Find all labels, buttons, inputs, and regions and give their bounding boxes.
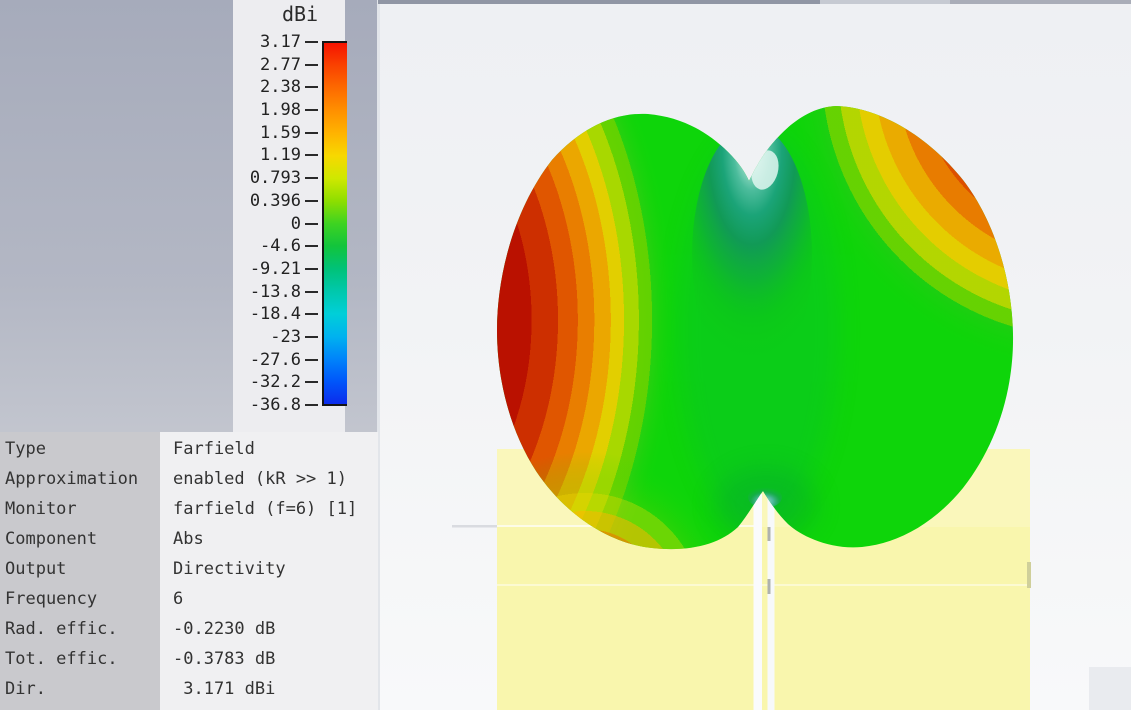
info-row-frequency: Frequency 6 bbox=[0, 584, 378, 614]
colorbar-tick-mark bbox=[305, 41, 318, 43]
colorbar-tick-label: 0 bbox=[233, 215, 301, 233]
colorbar-tick-label: -9.21 bbox=[233, 260, 301, 278]
info-row-label: Rad. effic. bbox=[5, 614, 155, 644]
ground-plane-edge-line bbox=[452, 525, 497, 528]
viewport-corner-widget bbox=[1089, 667, 1131, 710]
colorbar-tick-mark bbox=[305, 313, 318, 315]
substrate-edge-line-lower bbox=[497, 584, 1030, 586]
colorbar-tick-mark bbox=[305, 154, 318, 156]
info-row-label: Frequency bbox=[5, 584, 155, 614]
info-row-value: 6 bbox=[173, 584, 378, 614]
colorbar-tick-label: 2.38 bbox=[233, 78, 301, 96]
info-row-tot-effic: Tot. effic. -0.3783 dB bbox=[0, 644, 378, 674]
colorbar-tick-label: -27.6 bbox=[233, 351, 301, 369]
colorbar-tick-mark bbox=[305, 381, 318, 383]
colorbar-tick-label: -4.6 bbox=[233, 237, 301, 255]
info-row-output: Output Directivity bbox=[0, 554, 378, 584]
info-row-label: Output bbox=[5, 554, 155, 584]
colorbar-tick-label: -32.2 bbox=[233, 373, 301, 391]
info-row-dir: Dir. 3.171 dBi bbox=[0, 674, 378, 704]
info-row-label: Dir. bbox=[5, 674, 155, 704]
info-row-value: Directivity bbox=[173, 554, 378, 584]
info-row-component: Component Abs bbox=[0, 524, 378, 554]
info-row-value: Abs bbox=[173, 524, 378, 554]
colorbar-gradient-bar bbox=[322, 41, 347, 406]
info-row-label: Approximation bbox=[5, 464, 155, 494]
info-row-monitor: Monitor farfield (f=6) [1] bbox=[0, 494, 378, 524]
info-row-value: -0.3783 dB bbox=[173, 644, 378, 674]
colorbar-tick-mark bbox=[305, 109, 318, 111]
colorbar-tick-label: 1.19 bbox=[233, 146, 301, 164]
farfield-info-panel: Type Farfield Approximation enabled (kR >> … bbox=[0, 432, 378, 710]
info-row-value: enabled (kR >> 1) bbox=[173, 464, 378, 494]
colorbar-tick-label: -23 bbox=[233, 328, 301, 346]
colorbar-tick-mark bbox=[305, 268, 318, 270]
info-row-label: Type bbox=[5, 434, 155, 464]
colorbar-tick-mark bbox=[305, 200, 318, 202]
colorbar-tick-mark bbox=[305, 245, 318, 247]
info-row-label: Component bbox=[5, 524, 155, 554]
colorbar-tick-mark bbox=[305, 132, 318, 134]
info-row-value: -0.2230 dB bbox=[173, 614, 378, 644]
colorbar-tick-mark bbox=[305, 291, 318, 293]
colorbar-tick-label: 1.98 bbox=[233, 101, 301, 119]
colorbar-tick-mark bbox=[305, 359, 318, 361]
colorbar-unit-label: dBi bbox=[265, 2, 335, 26]
colorbar-tick-mark bbox=[305, 336, 318, 338]
colorbar-tick-mark bbox=[305, 64, 318, 66]
colorbar-tick-label: 2.77 bbox=[233, 56, 301, 74]
info-row-label: Tot. effic. bbox=[5, 644, 155, 674]
colorbar-tick-label: -13.8 bbox=[233, 283, 301, 301]
info-row-value: Farfield bbox=[173, 434, 378, 464]
farfield-3d-viewport[interactable]: dBi 3.17 2.77 2.38 1.98 1.59 1.19 0.793 0.396 0 -… bbox=[0, 0, 1131, 710]
info-row-rad-effic: Rad. effic. -0.2230 dB bbox=[0, 614, 378, 644]
colorbar-tick-label: 0.396 bbox=[233, 192, 301, 210]
pattern-top-null-funnel bbox=[692, 125, 812, 385]
colorbar-tick-mark bbox=[305, 86, 318, 88]
colorbar-tick-label: -18.4 bbox=[233, 305, 301, 323]
info-row-value: farfield (f=6) [1] bbox=[173, 494, 378, 524]
colorbar-tick-mark bbox=[305, 404, 318, 406]
colorbar-tick-mark bbox=[305, 223, 318, 225]
info-row-label: Monitor bbox=[5, 494, 155, 524]
info-row-type: Type Farfield bbox=[0, 434, 378, 464]
colorbar-tick-label: 1.59 bbox=[233, 124, 301, 142]
colorbar-legend-panel: dBi 3.17 2.77 2.38 1.98 1.59 1.19 0.793 0.396 0 -… bbox=[233, 0, 345, 432]
colorbar-tick-mark bbox=[305, 177, 318, 179]
substrate-right-notch bbox=[1027, 562, 1031, 588]
colorbar-tick-label: -36.8 bbox=[233, 396, 301, 414]
colorbar-tick-label: 3.17 bbox=[233, 33, 301, 51]
info-row-value: 3.171 dBi bbox=[173, 674, 378, 704]
info-row-approximation: Approximation enabled (kR >> 1) bbox=[0, 464, 378, 494]
colorbar-tick-label: 0.793 bbox=[233, 169, 301, 187]
